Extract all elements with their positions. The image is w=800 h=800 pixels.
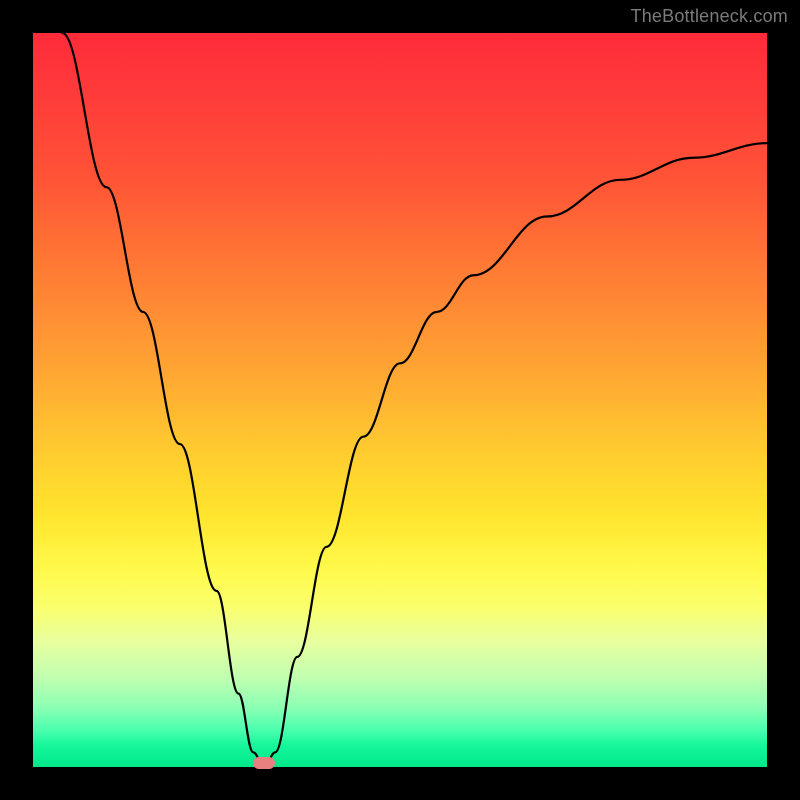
optimum-marker: [253, 757, 275, 769]
chart-container: TheBottleneck.com: [0, 0, 800, 800]
plot-area: [33, 33, 767, 767]
watermark-text: TheBottleneck.com: [631, 6, 788, 27]
